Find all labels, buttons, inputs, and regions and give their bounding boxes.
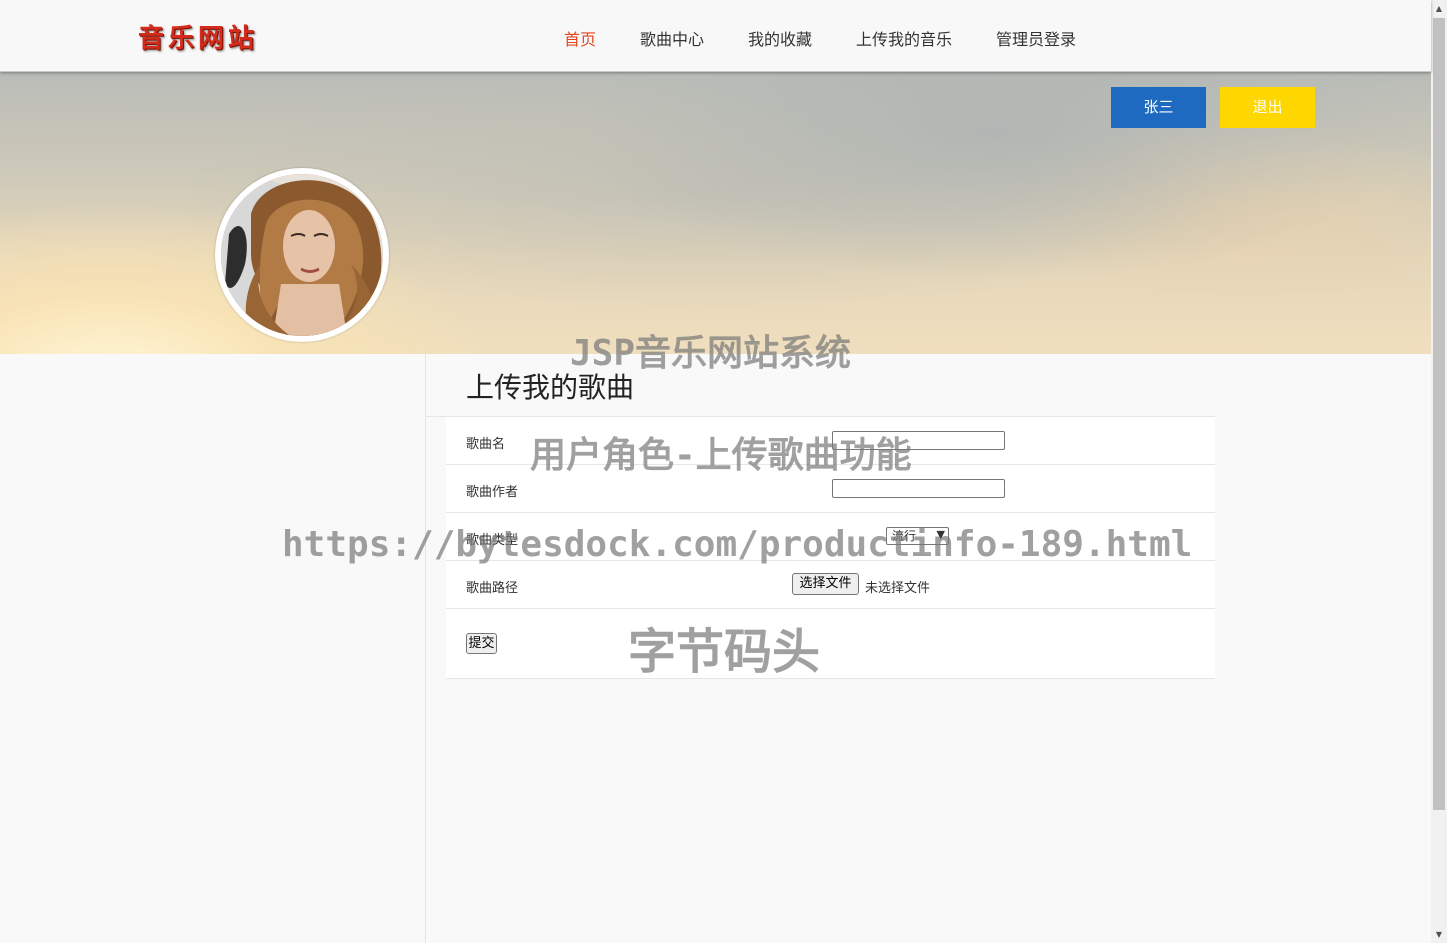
type-select-value: 流行 [892,529,917,543]
nav-item-upload-music[interactable]: 上传我的音乐 [856,26,952,50]
scroll-up-icon[interactable]: ▲ [1431,0,1447,17]
path-label: 歌曲路径 [466,581,519,596]
author-input[interactable] [832,479,1005,498]
song-name-input[interactable] [832,431,1005,450]
avatar-image [221,174,383,336]
nav-item-favorites[interactable]: 我的收藏 [748,26,812,50]
form-bottom-divider [446,678,1215,679]
nav-item-home[interactable]: 首页 [564,26,596,50]
page: 音乐网站 首页 歌曲中心 我的收藏 上传我的音乐 管理员登录 张三 退出 上传我… [0,0,1447,943]
type-label: 歌曲类型 [466,533,519,548]
form-row-type: 歌曲类型 流行 ▼ [446,513,1215,561]
top-navbar: 音乐网站 首页 歌曲中心 我的收藏 上传我的音乐 管理员登录 [0,0,1431,72]
chevron-down-icon: ▼ [936,528,945,541]
choose-file-button[interactable]: 选择文件 [792,573,859,595]
site-logo[interactable]: 音乐网站 [138,18,258,54]
form-row-song-name: 歌曲名 [446,417,1215,465]
file-status-text: 未选择文件 [865,581,931,596]
avatar [215,168,389,342]
nav-item-admin-login[interactable]: 管理员登录 [996,26,1076,50]
author-label: 歌曲作者 [466,485,519,500]
sidebar-divider [425,354,426,943]
form-row-author: 歌曲作者 [446,465,1215,513]
song-name-label: 歌曲名 [466,437,506,452]
form-row-path: 歌曲路径 选择文件 未选择文件 [446,561,1215,609]
submit-button[interactable]: 提交 [466,633,497,654]
nav-item-song-center[interactable]: 歌曲中心 [640,26,704,50]
logout-button[interactable]: 退出 [1220,87,1315,128]
scrollbar-thumb[interactable] [1433,18,1445,810]
profile-banner [0,72,1431,354]
user-name-button[interactable]: 张三 [1111,87,1206,128]
page-title: 上传我的歌曲 [466,371,635,404]
scroll-down-icon[interactable]: ▼ [1431,926,1447,943]
type-select[interactable]: 流行 ▼ [886,527,949,545]
